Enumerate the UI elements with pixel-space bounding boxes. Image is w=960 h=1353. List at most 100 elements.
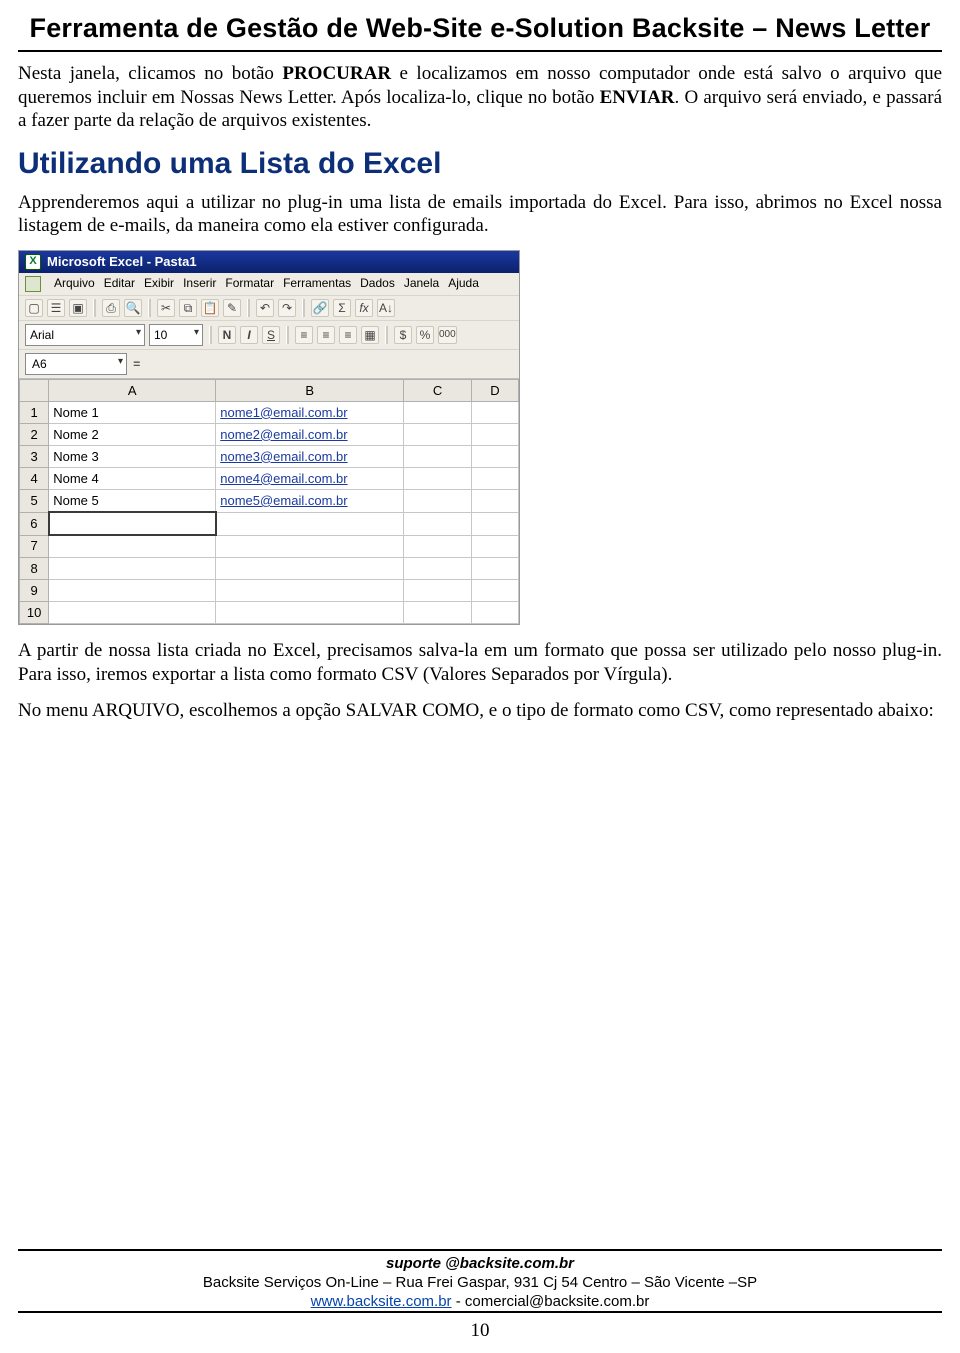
cell[interactable] (471, 602, 518, 624)
percent-button[interactable]: % (416, 326, 434, 344)
column-header-c[interactable]: C (404, 380, 472, 402)
align-right-icon[interactable]: ≡ (339, 326, 357, 344)
cell[interactable]: nome5@email.com.br (216, 490, 404, 513)
email-link[interactable]: nome2@email.com.br (220, 427, 347, 442)
paste-icon[interactable]: 📋 (201, 299, 219, 317)
cut-icon[interactable]: ✂ (157, 299, 175, 317)
cell[interactable]: Nome 1 (49, 402, 216, 424)
worksheet-grid[interactable]: A B C D 1Nome 1nome1@email.com.br 2Nome … (19, 378, 519, 624)
cell[interactable] (471, 490, 518, 513)
table-row[interactable]: 10 (20, 602, 519, 624)
cell[interactable] (216, 558, 404, 580)
name-box[interactable]: A6 (25, 353, 127, 375)
redo-icon[interactable]: ↷ (278, 299, 296, 317)
column-header-d[interactable]: D (471, 380, 518, 402)
cell[interactable] (471, 512, 518, 535)
sort-icon[interactable]: A↓ (377, 299, 395, 317)
cell[interactable]: nome1@email.com.br (216, 402, 404, 424)
table-row[interactable]: 1Nome 1 nome1@email.com.br (20, 402, 519, 424)
table-row[interactable]: 3Nome 3 nome3@email.com.br (20, 446, 519, 468)
cell[interactable] (404, 512, 472, 535)
row-header[interactable]: 6 (20, 512, 49, 535)
row-header[interactable]: 5 (20, 490, 49, 513)
merge-cells-icon[interactable]: ▦ (361, 326, 379, 344)
row-header[interactable]: 1 (20, 402, 49, 424)
table-row[interactable]: 9 (20, 580, 519, 602)
cell[interactable] (49, 580, 216, 602)
column-header-b[interactable]: B (216, 380, 404, 402)
row-header[interactable]: 10 (20, 602, 49, 624)
copy-icon[interactable]: ⧉ (179, 299, 197, 317)
cell[interactable] (404, 602, 472, 624)
underline-button[interactable]: S (262, 326, 280, 344)
align-center-icon[interactable]: ≡ (317, 326, 335, 344)
format-painter-icon[interactable]: ✎ (223, 299, 241, 317)
cell[interactable]: nome4@email.com.br (216, 468, 404, 490)
table-row[interactable]: 2Nome 2nome2@email.com.br (20, 424, 519, 446)
cell[interactable] (404, 446, 472, 468)
function-icon[interactable]: fx (355, 299, 373, 317)
menu-dados[interactable]: Dados (360, 276, 395, 292)
menu-exibir[interactable]: Exibir (144, 276, 174, 292)
row-header[interactable]: 3 (20, 446, 49, 468)
cell[interactable]: nome2@email.com.br (216, 424, 404, 446)
cell[interactable] (216, 535, 404, 558)
open-icon[interactable]: ☰ (47, 299, 65, 317)
cell[interactable] (49, 535, 216, 558)
cell[interactable] (471, 468, 518, 490)
table-row[interactable]: 7 (20, 535, 519, 558)
select-all-corner[interactable] (20, 380, 49, 402)
menu-janela[interactable]: Janela (404, 276, 439, 292)
row-header[interactable]: 7 (20, 535, 49, 558)
font-size-dropdown[interactable]: 10 (149, 324, 203, 346)
cell[interactable] (471, 424, 518, 446)
table-row[interactable]: 6 (20, 512, 519, 535)
save-icon[interactable]: ▣ (69, 299, 87, 317)
formula-bar[interactable]: = (133, 357, 140, 372)
cell[interactable]: Nome 5 (49, 490, 216, 513)
row-header[interactable]: 2 (20, 424, 49, 446)
cell[interactable] (404, 535, 472, 558)
table-row[interactable]: 8 (20, 558, 519, 580)
cell[interactable] (216, 512, 404, 535)
row-header[interactable]: 4 (20, 468, 49, 490)
table-row[interactable]: 4Nome 4 nome4@email.com.br (20, 468, 519, 490)
email-link[interactable]: nome5@email.com.br (220, 493, 347, 508)
autosum-icon[interactable]: Σ (333, 299, 351, 317)
menu-editar[interactable]: Editar (104, 276, 135, 292)
cell[interactable] (404, 424, 472, 446)
cell[interactable] (471, 580, 518, 602)
new-icon[interactable]: ▢ (25, 299, 43, 317)
cell[interactable] (471, 446, 518, 468)
cell[interactable] (404, 402, 472, 424)
cell[interactable]: Nome 3 (49, 446, 216, 468)
cell[interactable] (471, 535, 518, 558)
footer-website-link[interactable]: www.backsite.com.br (311, 1293, 452, 1310)
cell[interactable] (471, 402, 518, 424)
align-left-icon[interactable]: ≡ (295, 326, 313, 344)
email-link[interactable]: nome4@email.com.br (220, 471, 347, 486)
row-header[interactable]: 9 (20, 580, 49, 602)
selected-cell[interactable] (49, 512, 216, 535)
bold-button[interactable]: N (218, 326, 236, 344)
cell[interactable] (49, 602, 216, 624)
cell[interactable] (404, 468, 472, 490)
cell[interactable]: Nome 4 (49, 468, 216, 490)
hyperlink-icon[interactable]: 🔗 (311, 299, 329, 317)
email-link[interactable]: nome1@email.com.br (220, 405, 347, 420)
cell[interactable] (404, 490, 472, 513)
email-link[interactable]: nome3@email.com.br (220, 449, 347, 464)
cell[interactable] (471, 558, 518, 580)
cell[interactable] (216, 580, 404, 602)
menu-ferramentas[interactable]: Ferramentas (283, 276, 351, 292)
cell[interactable]: nome3@email.com.br (216, 446, 404, 468)
table-row[interactable]: 5Nome 5 nome5@email.com.br (20, 490, 519, 513)
menu-formatar[interactable]: Formatar (225, 276, 274, 292)
cell[interactable] (216, 602, 404, 624)
preview-icon[interactable]: 🔍 (124, 299, 142, 317)
menu-ajuda[interactable]: Ajuda (448, 276, 479, 292)
column-header-a[interactable]: A (49, 380, 216, 402)
row-header[interactable]: 8 (20, 558, 49, 580)
italic-button[interactable]: I (240, 326, 258, 344)
undo-icon[interactable]: ↶ (256, 299, 274, 317)
